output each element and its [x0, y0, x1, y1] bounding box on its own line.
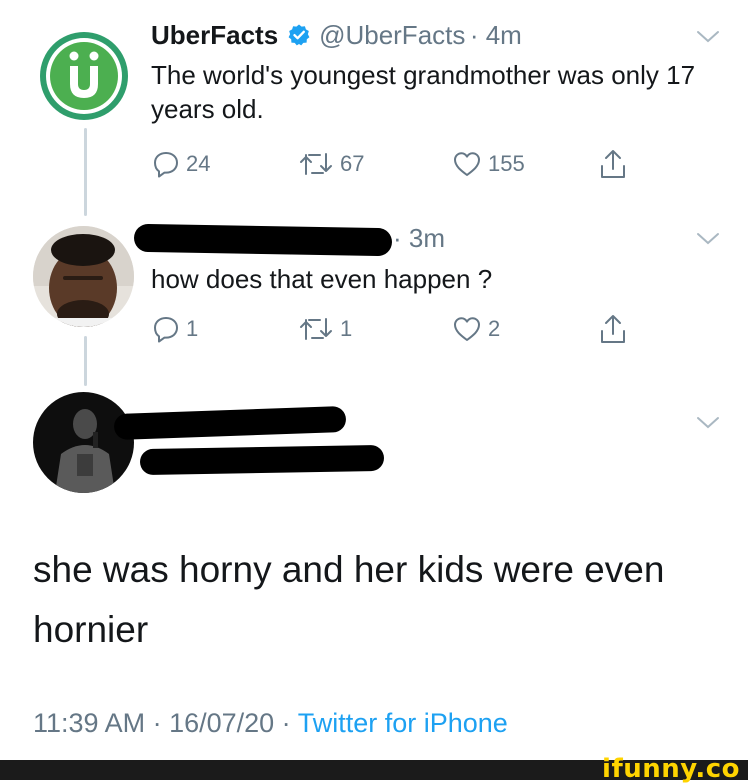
verified-badge-icon [287, 23, 311, 52]
reply-count: 24 [186, 151, 211, 176]
tweet-text: how does that even happen ? [151, 264, 493, 294]
reply-icon [154, 152, 178, 178]
chevron-down-icon[interactable] [696, 232, 720, 246]
like-button[interactable]: 2 [452, 315, 500, 343]
redacted-display-name [113, 405, 347, 441]
avatar-focused-user[interactable] [33, 392, 134, 493]
retweet-button[interactable]: 67 [298, 150, 364, 178]
retweet-count: 1 [340, 316, 353, 341]
reply-button[interactable]: 1 [152, 315, 198, 343]
author-handle[interactable]: @UberFacts [319, 20, 465, 50]
tweet1-header: UberFacts @UberFacts · 4m [151, 20, 522, 52]
retweet-button[interactable]: 1 [298, 315, 352, 343]
share-icon [601, 150, 625, 178]
tweet-metadata: 11:39 AM · 16/07/20 · Twitter for iPhone [33, 708, 508, 739]
tweet-text: The world's youngest grandmother was onl… [151, 60, 696, 124]
like-count: 2 [488, 316, 501, 341]
tweet-timestamp: 11:39 AM · 16/07/20 · [33, 708, 291, 738]
share-icon [601, 315, 625, 343]
avatar-reply-user[interactable] [33, 226, 134, 327]
share-button[interactable] [598, 148, 628, 180]
redacted-handle [139, 444, 385, 476]
redacted-username [133, 223, 393, 257]
like-icon [454, 317, 480, 341]
focused-tweet-text: she was horny and her kids were even hor… [33, 549, 665, 650]
retweet-count: 67 [340, 151, 365, 176]
like-button[interactable]: 155 [452, 150, 525, 178]
tweet-time: · 4m [469, 20, 522, 50]
avatar-uberfacts[interactable] [34, 26, 134, 126]
reply-count: 1 [186, 316, 199, 341]
author-name[interactable]: UberFacts [151, 20, 278, 50]
like-icon [454, 152, 480, 176]
thread-line-2 [84, 336, 87, 386]
share-button[interactable] [598, 313, 628, 345]
reply-button[interactable]: 24 [152, 150, 210, 178]
chevron-down-icon[interactable] [696, 30, 720, 44]
chevron-down-icon[interactable] [696, 416, 720, 430]
tweet-time: · 3m [393, 223, 445, 253]
thread-line-1 [84, 128, 87, 216]
retweet-icon [300, 153, 332, 175]
like-count: 155 [488, 151, 525, 176]
watermark-bar: ifunny.co [0, 754, 748, 784]
tweet-source-link[interactable]: Twitter for iPhone [298, 708, 508, 738]
retweet-icon [300, 318, 332, 340]
reply-icon [154, 317, 178, 343]
